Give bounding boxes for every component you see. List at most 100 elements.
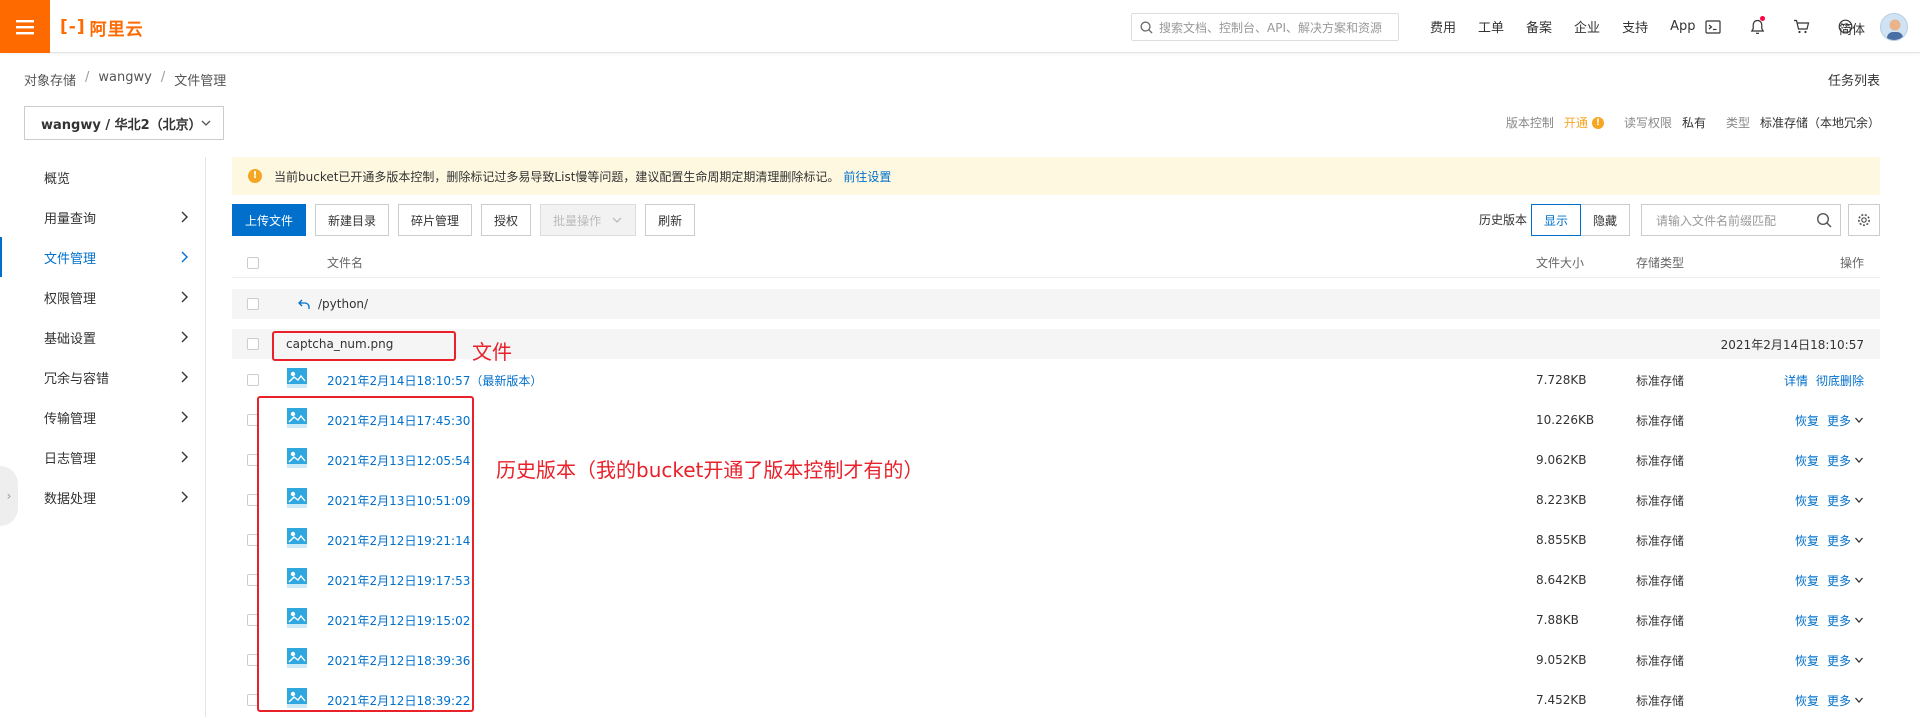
breadcrumb-oss[interactable]: 对象存储	[24, 70, 76, 89]
version-row[interactable]: 2021年2月12日18:39:36 9.052KB 标准存储 恢复 更多	[232, 645, 1880, 675]
version-time-link[interactable]: 2021年2月14日18:10:57（最新版本）	[327, 372, 542, 389]
task-list-link[interactable]: 任务列表	[1828, 70, 1880, 89]
more-link[interactable]: 更多	[1827, 692, 1851, 709]
nav-icp[interactable]: 备案	[1526, 17, 1552, 36]
fragment-management-button[interactable]: 碎片管理	[398, 204, 473, 236]
restore-link[interactable]: 恢复	[1795, 652, 1819, 669]
file-prefix-search[interactable]: 请输入文件名前缀匹配	[1641, 204, 1841, 236]
sidebar-item-permissions[interactable]: 权限管理	[0, 277, 205, 317]
search-icon[interactable]	[1816, 212, 1832, 228]
upload-button[interactable]: 上传文件	[232, 204, 307, 236]
permanent-delete-link[interactable]: 彻底删除	[1816, 372, 1864, 389]
toolbar: 上传文件 新建目录 碎片管理 授权 批量操作 刷新	[232, 204, 704, 236]
restore-link[interactable]: 恢复	[1795, 532, 1819, 549]
back-arrow-icon	[298, 299, 310, 309]
history-toggle: 显示 隐藏	[1531, 204, 1631, 236]
menu-icon[interactable]	[0, 0, 50, 53]
table-header: 文件名 文件大小 存储类型 操作	[232, 248, 1880, 278]
more-link[interactable]: 更多	[1827, 492, 1851, 509]
restore-link[interactable]: 恢复	[1795, 492, 1819, 509]
restore-link[interactable]: 恢复	[1795, 452, 1819, 469]
warning-icon: !	[1591, 116, 1604, 129]
avatar[interactable]	[1880, 13, 1908, 41]
terminal-icon[interactable]	[1691, 19, 1735, 34]
language-switch[interactable]: 简体	[1839, 19, 1865, 38]
bucket-selector-label: wangwy / 华北2（北京）	[41, 117, 202, 133]
more-link[interactable]: 更多	[1827, 412, 1851, 429]
history-show-button[interactable]: 显示	[1531, 204, 1582, 236]
cart-icon[interactable]	[1779, 19, 1823, 34]
version-size: 8.223KB	[1536, 493, 1587, 507]
sidebar-item-data-processing[interactable]: 数据处理	[0, 477, 205, 517]
chevron-down-icon	[1855, 417, 1863, 423]
more-link[interactable]: 更多	[1827, 452, 1851, 469]
sidebar-item-logs[interactable]: 日志管理	[0, 437, 205, 477]
version-size: 10.226KB	[1536, 413, 1595, 427]
restore-link[interactable]: 恢复	[1795, 692, 1819, 709]
nav-support[interactable]: 支持	[1622, 17, 1648, 36]
chevron-right-icon	[181, 411, 188, 423]
aliyun-logo[interactable]: [-] 阿里云	[60, 14, 144, 40]
breadcrumb-bucket[interactable]: wangwy	[98, 70, 151, 89]
annotation-file-label: 文件	[472, 340, 512, 364]
more-link[interactable]: 更多	[1827, 532, 1851, 549]
chevron-down-icon	[1855, 697, 1863, 703]
sidebar-item-label: 权限管理	[44, 291, 97, 307]
history-version-label: 历史版本	[1479, 213, 1528, 227]
row-checkbox[interactable]	[247, 338, 259, 350]
annotation-history-box	[257, 396, 474, 712]
version-row[interactable]: 2021年2月12日19:15:02 7.88KB 标准存储 恢复 更多	[232, 605, 1880, 635]
file-search-placeholder: 请输入文件名前缀匹配	[1656, 213, 1777, 228]
version-storage-type: 标准存储	[1636, 373, 1685, 388]
restore-link[interactable]: 恢复	[1795, 412, 1819, 429]
version-row[interactable]: 2021年2月14日18:10:57（最新版本） 7.728KB 标准存储 详情 彻底删…	[232, 365, 1880, 395]
version-row[interactable]: 2021年2月12日19:17:53 8.642KB 标准存储 恢复 更多	[232, 565, 1880, 595]
select-all-checkbox[interactable]	[247, 256, 259, 269]
restore-link[interactable]: 恢复	[1795, 612, 1819, 629]
parent-directory-path[interactable]: /python/	[318, 297, 368, 311]
notice-settings-link[interactable]: 前往设置	[843, 168, 891, 185]
breadcrumb-current: 文件管理	[174, 74, 227, 89]
nav-enterprise[interactable]: 企业	[1574, 17, 1600, 36]
sidebar-item-redundancy[interactable]: 冗余与容错	[0, 357, 205, 397]
details-link[interactable]: 详情	[1784, 372, 1808, 389]
more-link[interactable]: 更多	[1827, 612, 1851, 629]
sidebar-item-usage[interactable]: 用量查询	[0, 197, 205, 237]
version-control-value: 开通	[1563, 116, 1588, 130]
version-storage-type: 标准存储	[1636, 493, 1685, 508]
version-row[interactable]: 2021年2月13日12:05:54 9.062KB 标准存储 恢复 更多	[232, 445, 1880, 475]
authorize-button[interactable]: 授权	[481, 204, 532, 236]
restore-link[interactable]: 恢复	[1795, 572, 1819, 589]
sidebar-item-overview[interactable]: 概览	[0, 157, 205, 197]
version-size: 9.062KB	[1536, 453, 1587, 467]
parent-directory-row[interactable]: /python/	[232, 289, 1880, 319]
history-hide-button[interactable]: 隐藏	[1581, 204, 1631, 236]
global-search[interactable]: 搜索文档、控制台、API、解决方案和资源	[1131, 13, 1399, 41]
nav-ticket[interactable]: 工单	[1478, 17, 1504, 36]
notice-banner: ! 当前bucket已开通多版本控制，删除标记过多易导致List慢等问题，建议配…	[232, 157, 1880, 195]
more-link[interactable]: 更多	[1827, 572, 1851, 589]
annotation-history-label: 历史版本（我的bucket开通了版本控制才有的）	[496, 458, 924, 482]
new-directory-button[interactable]: 新建目录	[315, 204, 390, 236]
nav-billing[interactable]: 费用	[1430, 17, 1456, 36]
version-row[interactable]: 2021年2月12日18:39:22 7.452KB 标准存储 恢复 更多	[232, 685, 1880, 715]
bucket-selector[interactable]: wangwy / 华北2（北京）	[24, 106, 224, 140]
row-checkbox[interactable]	[247, 298, 259, 310]
sidebar-item-transfer[interactable]: 传输管理	[0, 397, 205, 437]
version-operations: 恢复 更多	[1787, 572, 1864, 589]
refresh-button[interactable]: 刷新	[645, 204, 696, 236]
version-row[interactable]: 2021年2月13日10:51:09 8.223KB 标准存储 恢复 更多	[232, 485, 1880, 515]
settings-button[interactable]	[1848, 204, 1880, 236]
warning-icon: !	[248, 169, 262, 183]
version-operations: 恢复 更多	[1787, 692, 1864, 709]
sidebar-item-files[interactable]: 文件管理	[0, 237, 205, 277]
bell-icon[interactable]	[1735, 15, 1779, 35]
version-row[interactable]: 2021年2月14日17:45:30 10.226KB 标准存储 恢复 更多	[232, 405, 1880, 435]
version-operations: 恢复 更多	[1787, 532, 1864, 549]
row-checkbox[interactable]	[247, 374, 259, 386]
chevron-down-icon	[1855, 617, 1863, 623]
sidebar-item-basic-settings[interactable]: 基础设置	[0, 317, 205, 357]
version-row[interactable]: 2021年2月12日19:21:14 8.855KB 标准存储 恢复 更多	[232, 525, 1880, 555]
more-link[interactable]: 更多	[1827, 652, 1851, 669]
sidebar-collapse-handle[interactable]: ›	[0, 466, 18, 526]
